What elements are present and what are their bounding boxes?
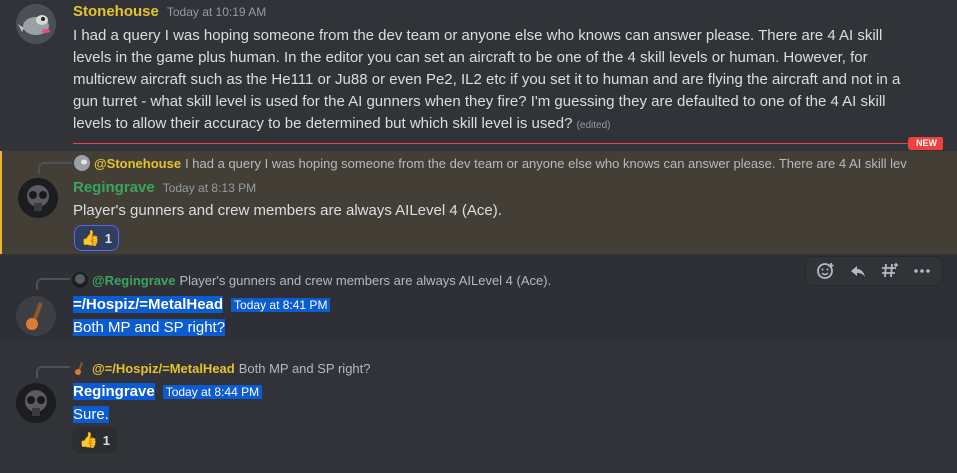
reply-avatar — [72, 272, 88, 288]
message-regingrave: @=/Hospiz/=MetalHead Both MP and SP righ… — [0, 356, 957, 473]
reaction-count: 1 — [102, 432, 110, 448]
message-content: I had a query I was hoping someone from … — [73, 25, 923, 137]
message-metalhead: @Regingrave Player's gunners and crew me… — [0, 256, 957, 340]
reply-author[interactable]: @Regingrave — [92, 273, 175, 288]
reply-spine — [38, 162, 72, 174]
timestamp[interactable]: Today at 8:44 PM — [162, 384, 263, 399]
reply-spine — [36, 278, 70, 290]
timestamp[interactable]: Today at 10:19 AM — [167, 5, 266, 19]
create-thread-icon[interactable] — [874, 257, 906, 285]
username[interactable]: =/Hospiz/=MetalHead — [73, 296, 224, 313]
reaction-thumbs-up[interactable]: 👍 1 — [72, 427, 117, 453]
more-icon[interactable] — [906, 257, 938, 285]
timestamp[interactable]: Today at 8:13 PM — [163, 181, 256, 195]
timestamp[interactable]: Today at 8:41 PM — [231, 297, 331, 312]
thumbs-up-icon: 👍 — [79, 432, 98, 449]
message-stonehouse: Stonehouse Today at 10:19 AM I had a que… — [0, 0, 957, 140]
reaction-count: 1 — [104, 230, 112, 246]
reply-text: Both MP and SP right? — [238, 360, 371, 376]
edited-label: (edited) — [576, 120, 611, 131]
username[interactable]: Regingrave — [73, 179, 155, 196]
reply-icon[interactable] — [842, 257, 874, 285]
username[interactable]: Regingrave — [73, 383, 155, 400]
avatar[interactable] — [18, 178, 58, 218]
avatar[interactable] — [16, 383, 56, 423]
reply-text: I had a query I was hoping someone from … — [185, 155, 907, 171]
avatar[interactable] — [16, 4, 56, 44]
add-reaction-icon[interactable] — [810, 257, 842, 285]
thumbs-up-icon: 👍 — [81, 230, 100, 247]
avatar[interactable] — [16, 296, 56, 336]
reply-avatar — [74, 155, 90, 171]
new-badge: NEW — [908, 137, 943, 150]
reply-avatar — [72, 360, 88, 376]
reaction-thumbs-up[interactable]: 👍 1 — [74, 225, 119, 251]
reply-author[interactable]: @=/Hospiz/=MetalHead — [92, 361, 235, 376]
reply-author[interactable]: @Stonehouse — [94, 156, 181, 171]
reply-reference[interactable]: @Stonehouse I had a query I was hoping s… — [74, 155, 914, 171]
message-actions-toolbar — [805, 256, 943, 286]
reply-spine — [36, 366, 70, 378]
message-text: Both MP and SP right? — [73, 319, 226, 336]
reply-reference[interactable]: @Regingrave Player's gunners and crew me… — [72, 272, 772, 288]
message-regingrave-mention: @Stonehouse I had a query I was hoping s… — [0, 151, 957, 254]
message-text: Player's gunners and crew members are al… — [73, 202, 502, 219]
reply-text: Player's gunners and crew members are al… — [179, 272, 552, 288]
message-text: Sure. — [73, 406, 109, 423]
reply-reference[interactable]: @=/Hospiz/=MetalHead Both MP and SP righ… — [72, 360, 772, 376]
new-messages-divider — [73, 143, 943, 144]
username[interactable]: Stonehouse — [73, 3, 159, 20]
message-text: I had a query I was hoping someone from … — [73, 27, 901, 132]
